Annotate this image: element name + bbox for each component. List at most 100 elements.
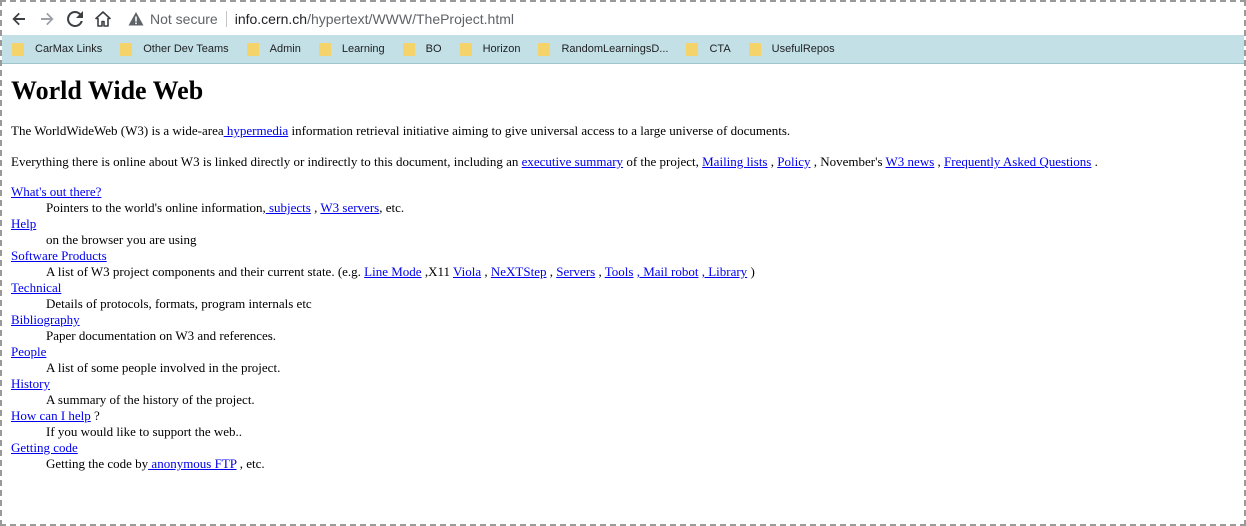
executive-summary-link[interactable]: executive summary	[522, 154, 623, 169]
list-item: Getting code	[11, 440, 1231, 456]
list-item-description: If you would like to support the web..	[46, 424, 243, 439]
list-item-description: A summary of the history of the project.	[46, 392, 255, 407]
bookmark-label: CTA	[709, 43, 731, 55]
folder-icon	[318, 42, 331, 56]
topics-list: What's out there? Pointers to the world'…	[11, 184, 1231, 472]
list-item: People	[11, 344, 1231, 360]
bookmark-randomlearnings[interactable]: RandomLearningsD...	[538, 42, 668, 56]
servers-link[interactable]: Servers	[556, 264, 595, 279]
subjects-link[interactable]: subjects	[266, 200, 311, 215]
folder-icon	[538, 42, 551, 56]
description-text: ,	[595, 264, 605, 279]
intro-text: The WorldWideWeb (W3) is a wide-area	[11, 123, 224, 138]
bookmarks-bar: CarMax Links Other Dev Teams Admin Learn…	[2, 35, 1244, 64]
reload-icon[interactable]	[64, 8, 86, 30]
description-text: , etc.	[379, 200, 405, 215]
list-item: Bibliography	[11, 312, 1231, 328]
mailing-lists-link[interactable]: Mailing lists	[702, 154, 767, 169]
faq-link[interactable]: Frequently Asked Questions	[944, 154, 1091, 169]
line-mode-link[interactable]: Line Mode	[364, 264, 421, 279]
overview-paragraph: Everything there is online about W3 is l…	[11, 154, 1231, 170]
bookmark-usefulrepos[interactable]: UsefulRepos	[748, 42, 835, 56]
description-text: ,	[481, 264, 491, 279]
security-label[interactable]: Not secure	[150, 11, 218, 27]
list-item-description: A list of W3 project components and thei…	[46, 264, 1231, 280]
page-title: World Wide Web	[11, 76, 204, 105]
description-text: ,X11	[421, 264, 453, 279]
folder-icon	[120, 42, 133, 56]
browser-toolbar: Not secure info.cern.ch/hypertext/WWW/Th…	[2, 2, 1244, 35]
url-host: info.cern.ch	[234, 10, 308, 27]
w3-news-link[interactable]: W3 news	[886, 154, 935, 169]
description-text: A list of W3 project components and thei…	[46, 264, 365, 279]
technical-link[interactable]: Technical	[11, 280, 61, 295]
w3-servers-link[interactable]: W3 servers	[320, 200, 379, 215]
bookmark-label: Other Dev Teams	[143, 43, 229, 55]
folder-icon	[459, 42, 472, 56]
intro-text: information retrieval initiative aiming …	[288, 123, 791, 138]
how-can-i-help-link[interactable]: How can I help	[11, 408, 91, 423]
bookmark-label: Horizon	[482, 43, 521, 55]
description-text: ,	[546, 264, 557, 279]
overview-text: ,	[767, 154, 778, 169]
bookmark-admin[interactable]: Admin	[246, 42, 301, 56]
list-item-description: Getting the code by anonymous FTP , etc.	[46, 456, 1231, 472]
bookmark-bo[interactable]: BO	[402, 42, 442, 56]
list-item-description: Paper documentation on W3 and references…	[46, 328, 277, 343]
viola-link[interactable]: Viola	[453, 264, 481, 279]
library-link[interactable]: , Library	[702, 264, 747, 279]
bibliography-link[interactable]: Bibliography	[11, 312, 80, 327]
term-suffix: ?	[90, 408, 100, 423]
overview-text: ,	[934, 154, 945, 169]
description-text: )	[747, 264, 755, 279]
getting-code-link[interactable]: Getting code	[11, 440, 78, 455]
policy-link[interactable]: Policy	[777, 154, 810, 169]
bookmark-label: Admin	[269, 43, 301, 55]
list-item-description: Pointers to the world's online informati…	[46, 200, 1231, 216]
anonymous-ftp-link[interactable]: anonymous FTP	[148, 456, 236, 471]
home-icon[interactable]	[92, 8, 114, 30]
list-item: How can I help ?	[11, 408, 1231, 424]
mail-robot-link[interactable]: , Mail robot	[637, 264, 699, 279]
list-item: What's out there?	[11, 184, 1231, 200]
nextstep-link[interactable]: NeXTStep	[491, 264, 547, 279]
overview-text: , November's	[810, 154, 886, 169]
list-item-description: on the browser you are using	[46, 232, 197, 247]
software-products-link[interactable]: Software Products	[11, 248, 107, 263]
intro-paragraph: The WorldWideWeb (W3) is a wide-area hyp…	[11, 123, 1231, 139]
description-text: , etc.	[236, 456, 265, 471]
page-content: World Wide Web The WorldWideWeb (W3) is …	[11, 64, 1231, 472]
whats-out-there-link[interactable]: What's out there?	[11, 184, 101, 199]
bookmark-other-dev-teams[interactable]: Other Dev Teams	[120, 42, 229, 56]
folder-icon	[402, 42, 415, 56]
list-item: Software Products	[11, 248, 1231, 264]
divider	[225, 10, 227, 27]
address-bar[interactable]: Not secure info.cern.ch/hypertext/WWW/Th…	[128, 7, 514, 31]
list-item: Technical	[11, 280, 1231, 296]
bookmark-horizon[interactable]: Horizon	[459, 42, 521, 56]
hypermedia-link[interactable]: hypermedia	[224, 123, 288, 138]
overview-text: Everything there is online about W3 is l…	[11, 154, 522, 169]
list-item-description: Details of protocols, formats, program i…	[46, 296, 312, 311]
back-arrow-icon[interactable]	[8, 8, 30, 30]
bookmark-label: CarMax Links	[35, 43, 103, 55]
folder-icon	[246, 42, 259, 56]
list-item-description: A list of some people involved in the pr…	[46, 360, 281, 375]
bookmark-label: BO	[425, 43, 442, 55]
overview-text: .	[1091, 154, 1098, 169]
bookmark-cta[interactable]: CTA	[686, 42, 731, 56]
people-link[interactable]: People	[11, 344, 46, 359]
overview-text: of the project,	[623, 154, 703, 169]
page-icon	[12, 42, 24, 56]
warning-icon	[128, 11, 144, 25]
forward-arrow-icon[interactable]	[36, 8, 58, 30]
tools-link[interactable]: Tools	[605, 264, 634, 279]
list-item: Help	[11, 216, 1231, 232]
bookmark-carmax-links[interactable]: CarMax Links	[12, 42, 103, 56]
description-text: Getting the code by	[46, 456, 149, 471]
help-link[interactable]: Help	[11, 216, 36, 231]
description-text: ,	[310, 200, 321, 215]
history-link[interactable]: History	[11, 376, 50, 391]
bookmark-learning[interactable]: Learning	[318, 42, 385, 56]
url-path: /hypertext/WWW/TheProject.html	[307, 10, 515, 27]
